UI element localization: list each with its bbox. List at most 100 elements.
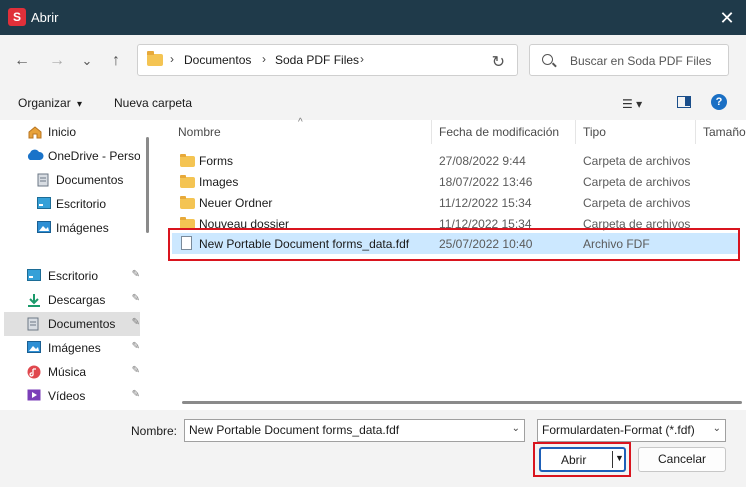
sidebar-item-label: Escritorio <box>48 269 99 283</box>
column-header-modified[interactable]: Fecha de modificación <box>439 125 559 139</box>
folder-icon <box>147 51 163 66</box>
sidebar-item-label: Música <box>48 365 87 379</box>
soda-pdf-app-icon: S <box>8 8 26 26</box>
sidebar-item-onedrive[interactable]: OneDrive - Perso <box>0 144 140 168</box>
breadcrumb-soda-pdf-files[interactable]: Soda PDF Files <box>275 53 359 67</box>
file-modified: 11/12/2022 15:34 <box>439 196 532 210</box>
sidebar-item-label: Inicio <box>48 125 77 139</box>
breadcrumb-documentos[interactable]: Documentos <box>184 53 251 67</box>
folder-icon <box>180 175 195 188</box>
file-modified: 18/07/2022 13:46 <box>439 175 533 189</box>
file-type: Carpeta de archivos <box>583 175 691 189</box>
column-divider[interactable] <box>695 120 696 144</box>
file-row-forms[interactable]: Forms 27/08/2022 9:44 Carpeta de archivo… <box>172 150 740 171</box>
pin-icon[interactable]: ✎ <box>132 317 140 328</box>
navigation-bar: ← → ⌄ ↑ › Documentos › Soda PDF Files › … <box>0 35 746 85</box>
file-row-neuer-ordner[interactable]: Neuer Ordner 11/12/2022 15:34 Carpeta de… <box>172 192 740 213</box>
navigation-pane: Inicio OneDrive - Perso Documentos Escri… <box>0 120 158 410</box>
column-divider[interactable] <box>431 120 432 144</box>
desktop-icon <box>27 269 41 282</box>
address-bar[interactable]: › Documentos › Soda PDF Files › ↻ <box>137 44 518 76</box>
column-header-type[interactable]: Tipo <box>583 125 606 139</box>
chevron-down-icon[interactable]: ⌄ <box>512 423 520 434</box>
title-bar: S Abrir ✕ <box>0 0 746 35</box>
sidebar-item-label: Documentos <box>48 317 116 331</box>
file-type-value: Formulardaten-Format (*.fdf) <box>542 423 695 437</box>
chevron-down-icon: ▾ <box>77 99 83 110</box>
sidebar-item-descargas[interactable]: Descargas ✎ <box>4 288 140 312</box>
file-name-label: Nombre: <box>131 424 178 438</box>
sidebar-item-inicio[interactable]: Inicio <box>4 120 140 144</box>
sidebar-item-escritorio-pinned[interactable]: Escritorio ✎ <box>4 264 140 288</box>
column-divider[interactable] <box>575 120 576 144</box>
breadcrumb-chevron-icon[interactable]: › <box>170 52 174 66</box>
refresh-icon[interactable]: ↻ <box>492 52 505 72</box>
file-name: Neuer Ordner <box>199 196 273 210</box>
sidebar-item-imagenes[interactable]: Imágenes <box>4 216 140 240</box>
sort-ascending-icon: ^ <box>298 117 303 128</box>
pin-icon[interactable]: ✎ <box>132 341 140 352</box>
pin-icon[interactable]: ✎ <box>132 365 140 376</box>
folder-icon <box>180 196 195 209</box>
sidebar-item-label: OneDrive - Perso <box>48 149 140 163</box>
new-folder-button[interactable]: Nueva carpeta <box>114 96 192 110</box>
sidebar-scrollbar[interactable] <box>146 137 149 233</box>
sidebar-item-musica[interactable]: Música ✎ <box>4 360 140 384</box>
back-arrow-icon[interactable]: ← <box>12 51 32 71</box>
cancel-button[interactable]: Cancelar <box>638 447 726 472</box>
file-list: Nombre ^ Fecha de modificación Tipo Tama… <box>160 117 746 410</box>
search-icon <box>542 54 553 65</box>
desktop-icon <box>37 197 51 210</box>
home-icon <box>27 125 42 139</box>
sidebar-item-label: Documentos <box>56 173 124 187</box>
help-icon[interactable]: ? <box>711 94 727 110</box>
folder-icon <box>180 154 195 167</box>
sidebar-item-documentos-pinned[interactable]: Documentos ✎ <box>4 312 140 336</box>
file-name: Forms <box>199 154 233 168</box>
file-type-select[interactable]: Formulardaten-Format (*.fdf) ⌄ <box>537 419 726 442</box>
recent-locations-chevron-icon[interactable]: ⌄ <box>77 51 97 71</box>
sidebar-item-escritorio[interactable]: Escritorio <box>4 192 140 216</box>
sidebar-item-label: Descargas <box>48 293 106 307</box>
cloud-icon <box>26 149 44 162</box>
search-input[interactable]: Buscar en Soda PDF Files <box>529 44 729 76</box>
breadcrumb-chevron-icon[interactable]: › <box>360 52 364 66</box>
file-row-images[interactable]: Images 18/07/2022 13:46 Carpeta de archi… <box>172 171 740 192</box>
file-name-input[interactable]: New Portable Document forms_data.fdf ⌄ <box>184 419 525 442</box>
file-name: Images <box>199 175 239 189</box>
sidebar-item-imagenes-pinned[interactable]: Imágenes ✎ <box>4 336 140 360</box>
sidebar-item-label: Imágenes <box>56 221 109 235</box>
column-header-size[interactable]: Tamaño <box>703 125 746 139</box>
file-name-value: New Portable Document forms_data.fdf <box>189 423 400 437</box>
dialog-footer: Nombre: New Portable Document forms_data… <box>0 410 746 487</box>
chevron-down-icon[interactable]: ⌄ <box>713 423 721 434</box>
sidebar-item-videos[interactable]: Vídeos ✎ <box>4 384 140 408</box>
horizontal-scrollbar[interactable] <box>182 401 742 404</box>
column-header-name[interactable]: Nombre <box>178 125 221 139</box>
sidebar-item-label: Escritorio <box>56 197 107 211</box>
command-toolbar: Organizar ▾ Nueva carpeta ☰ ▾ ? <box>0 85 746 120</box>
organize-button[interactable]: Organizar ▾ <box>18 96 82 110</box>
file-type: Carpeta de archivos <box>583 154 691 168</box>
pictures-icon <box>27 341 41 354</box>
view-options-icon[interactable]: ☰ ▾ <box>622 97 642 111</box>
pin-icon[interactable]: ✎ <box>132 389 140 400</box>
downloads-icon <box>27 293 41 307</box>
preview-pane-icon[interactable] <box>677 96 691 108</box>
documents-icon <box>37 173 51 187</box>
up-arrow-icon[interactable]: ↑ <box>106 51 126 71</box>
music-icon <box>27 365 41 379</box>
sidebar-item-label: Imágenes <box>48 341 101 355</box>
file-type: Carpeta de archivos <box>583 196 691 210</box>
file-modified: 27/08/2022 9:44 <box>439 154 526 168</box>
sidebar-item-documentos[interactable]: Documentos <box>4 168 140 192</box>
organize-label: Organizar <box>18 96 71 110</box>
highlight-box-open-button <box>533 442 631 477</box>
pin-icon[interactable]: ✎ <box>132 269 140 280</box>
pin-icon[interactable]: ✎ <box>132 293 140 304</box>
breadcrumb-chevron-icon[interactable]: › <box>262 52 266 66</box>
window-title: Abrir <box>31 10 59 25</box>
documents-icon <box>27 317 41 331</box>
forward-arrow-icon[interactable]: → <box>47 51 67 71</box>
close-icon[interactable]: ✕ <box>716 7 738 29</box>
